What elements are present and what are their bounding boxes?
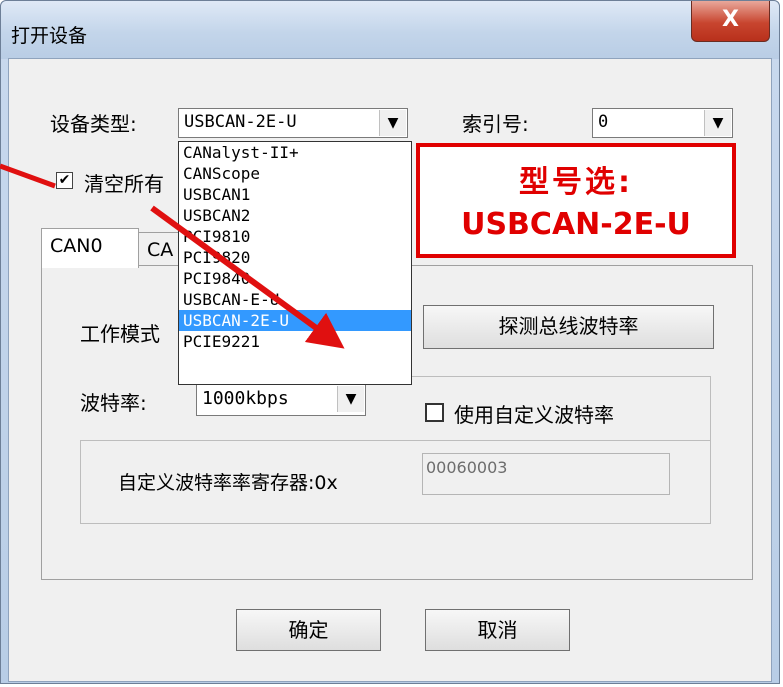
index-label: 索引号: [462,112,529,136]
clear-all-checkbox[interactable]: ✔ [56,172,73,189]
window-title: 打开设备 [11,25,88,47]
close-button[interactable]: X [691,1,770,42]
device-type-select[interactable]: USBCAN-2E-U ▼ [178,108,408,138]
tab-label: CAN0 [50,235,103,257]
dropdown-option[interactable]: USBCAN1 [179,184,411,205]
dropdown-option[interactable]: CANalyst-II+ [179,142,411,163]
dropdown-option[interactable]: PCI9840 [179,268,411,289]
chevron-down-icon[interactable]: ▼ [337,386,364,412]
index-value: 0 [598,112,609,132]
tab-label: CA [147,239,174,261]
cancel-button[interactable]: 取消 [425,609,570,651]
device-type-label: 设备类型: [50,112,137,136]
work-mode-label: 工作模式 [80,322,160,346]
chevron-down-icon[interactable]: ▼ [704,110,731,136]
tab-can1[interactable]: CA [138,232,182,268]
custom-register-input[interactable]: 00060003 [422,453,670,495]
dropdown-option[interactable]: CANScope [179,163,411,184]
tab-can0[interactable]: CAN0 [41,228,139,268]
baud-value: 1000kbps [202,388,289,409]
baud-select[interactable]: 1000kbps ▼ [196,384,366,416]
dropdown-option[interactable]: USBCAN2 [179,205,411,226]
ok-button[interactable]: 确定 [236,609,381,651]
cancel-label: 取消 [477,618,518,642]
callout-line1: 型号选: [519,165,633,200]
device-type-value: USBCAN-2E-U [184,112,297,132]
custom-register-value: 00060003 [426,458,508,477]
detect-baud-button[interactable]: 探测总线波特率 [423,305,714,349]
dropdown-option[interactable]: USBCAN-E-U [179,289,411,310]
close-icon: X [722,7,739,32]
dropdown-option-selected[interactable]: USBCAN-2E-U [179,310,411,331]
baud-label: 波特率: [80,391,147,415]
title-bar[interactable]: 打开设备 [1,1,779,59]
dropdown-option[interactable]: PCI9820 [179,247,411,268]
device-type-dropdown-list[interactable]: CANalyst-II+ CANScope USBCAN1 USBCAN2 PC… [178,141,412,385]
custom-baud-label: 使用自定义波特率 [454,403,614,427]
custom-baud-checkbox[interactable] [425,403,444,422]
index-select[interactable]: 0 ▼ [592,108,733,138]
annotation-callout: 型号选: USBCAN-2E-U [416,143,736,258]
chevron-down-icon[interactable]: ▼ [379,110,406,136]
clear-all-label: 清空所有 [84,172,164,196]
callout-line2: USBCAN-2E-U [461,207,691,242]
dropdown-option[interactable]: PCIE9221 [179,331,411,352]
dropdown-option[interactable]: PCI9810 [179,226,411,247]
custom-register-label: 自定义波特率率寄存器:0x [118,472,338,494]
detect-baud-label: 探测总线波特率 [498,314,639,338]
ok-label: 确定 [288,618,329,642]
